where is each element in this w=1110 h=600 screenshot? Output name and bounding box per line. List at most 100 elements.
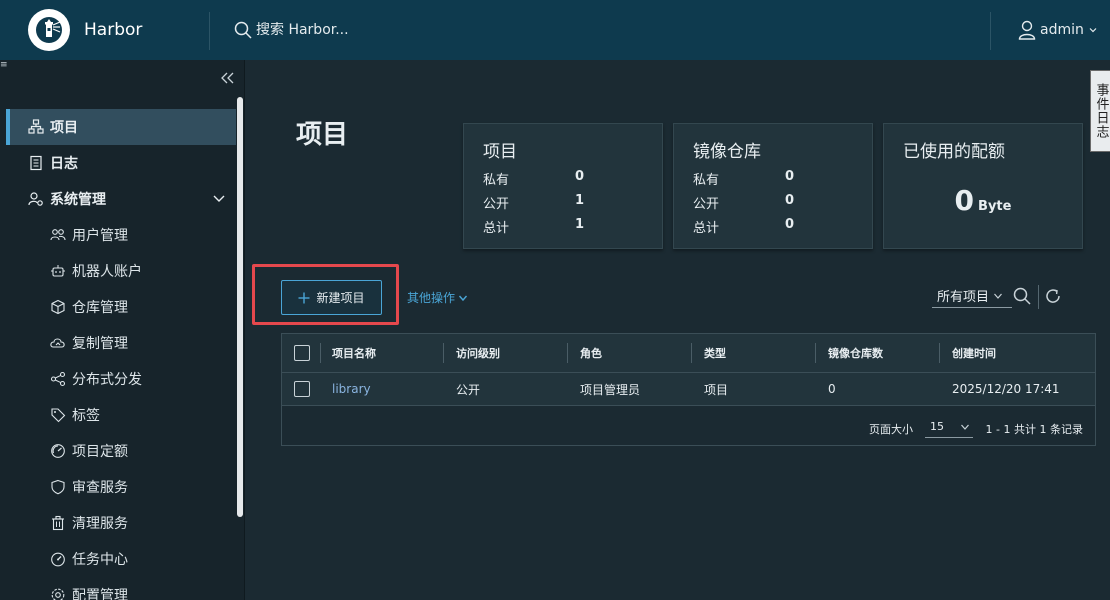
column-separator — [567, 343, 568, 363]
sidebar-item-projects[interactable]: 项目 — [6, 109, 236, 145]
new-project-label: 新建项目 — [316, 291, 365, 305]
sidebar: 项目 日志 系统管理 用户管理 机器人账户 仓库管理 复制管理 分布式分发 标签 — [0, 60, 245, 600]
tag-icon — [50, 407, 66, 423]
header-divider-right — [990, 12, 991, 50]
quota-usage: 0 Byte — [884, 184, 1082, 217]
global-search[interactable] — [234, 0, 456, 60]
sidebar-item-replication[interactable]: 复制管理 — [6, 325, 236, 361]
column-header-name[interactable]: 项目名称 — [332, 334, 376, 372]
row-select-cell — [294, 373, 310, 405]
page-size-select[interactable]: 15 — [925, 416, 973, 438]
page-title: 项目 — [296, 120, 349, 150]
sidebar-item-label: 项目 — [50, 120, 78, 136]
sidebar-item-label: 日志 — [50, 156, 78, 172]
column-separator — [939, 343, 940, 363]
sidebar-item-label: 系统管理 — [50, 192, 106, 208]
toolbar-divider — [1038, 285, 1039, 309]
column-separator — [443, 343, 444, 363]
sidebar-item-job-service[interactable]: 任务中心 — [6, 541, 236, 577]
sidebar-item-quotas[interactable]: 项目定额 — [6, 433, 236, 469]
header-divider — [209, 12, 210, 50]
sidebar-item-logs[interactable]: 日志 — [6, 145, 236, 181]
user-name: admin — [1040, 22, 1084, 38]
quota-unit: Byte — [978, 199, 1012, 214]
project-role: 项目管理员 — [580, 382, 641, 397]
projects-icon — [28, 119, 44, 135]
top-header: Harbor admin — [0, 0, 1110, 60]
row-checkbox[interactable] — [294, 381, 310, 397]
card-row-value: 1 — [575, 217, 585, 232]
table-row[interactable]: library 公开 项目管理员 项目 0 2025/12/20 17:41 — [282, 372, 1095, 406]
users-icon — [50, 227, 66, 243]
chevron-down-icon — [458, 295, 468, 301]
card-title: 已使用的配额 — [903, 142, 1005, 162]
sidebar-item-label: 项目定额 — [72, 444, 128, 460]
new-project-button[interactable]: 新建项目 — [281, 280, 382, 315]
more-actions-dropdown[interactable]: 其他操作 — [407, 289, 468, 306]
card-row-label: 总计 — [483, 221, 510, 236]
shield-icon — [50, 479, 66, 495]
lighthouse-icon — [36, 17, 62, 43]
project-filter-select[interactable]: 所有项目 — [932, 284, 1012, 308]
sidebar-item-label: 分布式分发 — [72, 372, 142, 388]
quota-icon — [50, 443, 66, 459]
sidebar-item-robot-accounts[interactable]: 机器人账户 — [6, 253, 236, 289]
card-row-label: 私有 — [693, 173, 720, 188]
user-menu[interactable]: admin — [1018, 0, 1098, 60]
registry-icon — [50, 299, 66, 315]
project-type: 项目 — [704, 382, 729, 397]
column-header-repo-count[interactable]: 镜像仓库数 — [828, 334, 883, 372]
column-header-type[interactable]: 类型 — [704, 334, 726, 372]
sidebar-item-distribution[interactable]: 分布式分发 — [6, 361, 236, 397]
card-row-value: 0 — [575, 169, 585, 184]
project-access-level: 公开 — [456, 382, 481, 397]
column-header-created[interactable]: 创建时间 — [952, 334, 996, 372]
sidebar-item-label: 配置管理 — [72, 588, 128, 600]
card-title: 镜像仓库 — [693, 142, 761, 162]
collapse-sidebar-button[interactable] — [218, 68, 238, 88]
page-size-value: 15 — [930, 420, 944, 433]
more-actions-label: 其他操作 — [407, 291, 456, 305]
distribution-icon — [50, 371, 66, 387]
project-name-link[interactable]: library — [332, 373, 371, 405]
brand-name[interactable]: Harbor — [84, 20, 142, 40]
search-icon[interactable] — [1013, 287, 1031, 305]
sidebar-item-configuration[interactable]: 配置管理 — [6, 577, 236, 600]
chevron-down-icon — [1089, 28, 1097, 33]
card-row-label: 私有 — [483, 173, 510, 188]
harbor-logo[interactable] — [28, 9, 70, 51]
select-all-cell — [294, 334, 310, 372]
sidebar-item-labels[interactable]: 标签 — [6, 397, 236, 433]
sidebar-item-cleanup[interactable]: 清理服务 — [6, 505, 236, 541]
event-log-tab[interactable]: 事件日志 — [1090, 70, 1110, 152]
project-created-time: 2025/12/20 17:41 — [952, 382, 1060, 396]
table-footer: 页面大小 15 1 - 1 共计 1 条记录 — [282, 410, 1095, 446]
sidebar-item-users[interactable]: 用户管理 — [6, 217, 236, 253]
search-input[interactable] — [256, 22, 456, 38]
card-row-label: 公开 — [693, 197, 720, 212]
card-title: 项目 — [483, 142, 517, 162]
gear-icon — [50, 587, 66, 600]
quota-summary-card: 已使用的配额 0 Byte — [883, 123, 1083, 249]
select-all-checkbox[interactable] — [294, 345, 310, 361]
card-row-value: 0 — [785, 217, 795, 232]
repos-summary-card: 镜像仓库 私有 0 公开 0 总计 0 — [673, 123, 873, 249]
refresh-icon[interactable] — [1044, 287, 1062, 305]
chevron-down-icon — [994, 293, 1002, 299]
column-separator — [320, 343, 321, 363]
sidebar-scrollbar[interactable] — [237, 97, 243, 517]
user-icon — [1018, 20, 1036, 40]
table-header: 项目名称 访问级别 角色 类型 镜像仓库数 创建时间 — [282, 334, 1095, 372]
column-header-access[interactable]: 访问级别 — [456, 334, 500, 372]
sidebar-item-registries[interactable]: 仓库管理 — [6, 289, 236, 325]
card-row-value: 1 — [575, 193, 585, 208]
sidebar-item-label: 标签 — [72, 408, 100, 424]
double-chevron-left-icon — [221, 72, 234, 84]
sidebar-item-label: 任务中心 — [72, 552, 128, 568]
sidebar-item-admin[interactable]: 系统管理 — [6, 181, 236, 217]
sidebar-item-interrogation[interactable]: 审查服务 — [6, 469, 236, 505]
column-header-role[interactable]: 角色 — [580, 334, 602, 372]
search-icon — [234, 21, 252, 39]
column-separator — [815, 343, 816, 363]
trash-icon — [50, 515, 66, 531]
